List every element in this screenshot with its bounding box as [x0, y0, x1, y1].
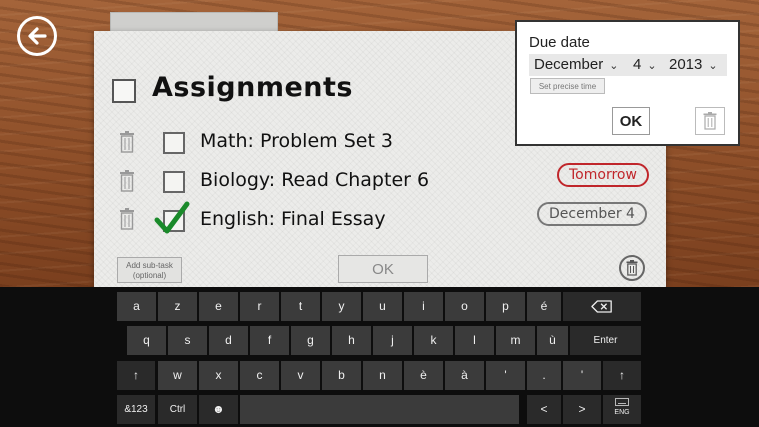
key-a[interactable]: a: [117, 292, 156, 321]
key-u-grave[interactable]: ù: [537, 326, 568, 355]
key-g[interactable]: g: [291, 326, 330, 355]
due-badge-date[interactable]: December 4: [537, 202, 647, 226]
date-picker: December ⌄ 4 ⌄ 2013 ⌄: [529, 54, 727, 76]
key-i[interactable]: i: [404, 292, 443, 321]
checkmark-icon: [154, 201, 190, 234]
trash-icon: [703, 112, 717, 130]
trash-icon: [626, 260, 638, 276]
month-value: December: [534, 56, 604, 73]
key-o[interactable]: o: [445, 292, 484, 321]
day-select[interactable]: 4 ⌄: [633, 54, 657, 76]
key-w[interactable]: w: [158, 361, 197, 390]
add-subtask-button[interactable]: Add sub-task (optional): [117, 257, 182, 283]
key-p[interactable]: p: [486, 292, 525, 321]
key-apostrophe-2[interactable]: ': [563, 361, 601, 390]
key-z[interactable]: z: [158, 292, 197, 321]
ok-button[interactable]: OK: [338, 255, 428, 283]
key-e-acute[interactable]: é: [527, 292, 561, 321]
delete-task-3-button[interactable]: [119, 208, 135, 230]
emoji-icon: ☻: [212, 402, 225, 416]
key-v[interactable]: v: [281, 361, 320, 390]
task-2-label[interactable]: Biology: Read Chapter 6: [200, 169, 429, 191]
language-label: ENG: [614, 409, 630, 416]
key-t[interactable]: t: [281, 292, 320, 321]
left-arrow-key[interactable]: <: [527, 395, 561, 424]
backspace-key[interactable]: [563, 292, 641, 321]
key-x[interactable]: x: [199, 361, 238, 390]
symbols-key[interactable]: &123: [117, 395, 155, 424]
key-d[interactable]: d: [209, 326, 248, 355]
trash-icon: [120, 170, 134, 192]
key-h[interactable]: h: [332, 326, 371, 355]
key-u[interactable]: u: [363, 292, 402, 321]
list-title: Assignments: [152, 72, 353, 103]
touch-keyboard: a z e r t y u i o p é q s d f g h j k l …: [0, 287, 759, 427]
back-button[interactable]: [17, 16, 57, 56]
chevron-down-icon: ⌄: [708, 60, 718, 72]
set-precise-time-button[interactable]: Set precise time: [530, 78, 605, 94]
month-select[interactable]: December ⌄: [534, 54, 618, 76]
trash-icon: [120, 131, 134, 153]
right-arrow-key[interactable]: >: [563, 395, 601, 424]
key-k[interactable]: k: [414, 326, 453, 355]
emoji-key[interactable]: ☻: [199, 395, 238, 424]
keyboard-settings-key[interactable]: ENG: [603, 395, 641, 424]
assignments-checkbox[interactable]: [112, 79, 136, 103]
key-q[interactable]: q: [127, 326, 166, 355]
key-j[interactable]: j: [373, 326, 412, 355]
task-3-label[interactable]: English: Final Essay: [200, 208, 386, 230]
key-l[interactable]: l: [455, 326, 494, 355]
key-r[interactable]: r: [240, 292, 279, 321]
task-1-checkbox[interactable]: [163, 132, 185, 154]
keyboard-icon: [615, 398, 629, 406]
trash-icon: [120, 208, 134, 230]
popup-ok-button[interactable]: OK: [612, 107, 650, 135]
arrow-left-icon: [28, 27, 47, 45]
key-m[interactable]: m: [496, 326, 535, 355]
year-select[interactable]: 2013 ⌄: [669, 54, 718, 76]
key-period[interactable]: .: [527, 361, 561, 390]
delete-task-1-button[interactable]: [119, 131, 135, 153]
ctrl-key[interactable]: Ctrl: [158, 395, 197, 424]
key-y[interactable]: y: [322, 292, 361, 321]
popup-title: Due date: [529, 34, 590, 51]
key-n[interactable]: n: [363, 361, 402, 390]
task-2-checkbox[interactable]: [163, 171, 185, 193]
delete-list-button[interactable]: [619, 255, 645, 281]
key-s[interactable]: s: [168, 326, 207, 355]
key-e-grave[interactable]: è: [404, 361, 443, 390]
chevron-down-icon: ⌄: [609, 60, 619, 72]
add-subtask-optional: (optional): [132, 271, 167, 280]
add-subtask-label: Add sub-task: [126, 261, 173, 270]
shift-right-key[interactable]: ↑: [603, 361, 641, 390]
due-badge-tomorrow[interactable]: Tomorrow: [557, 163, 649, 187]
chevron-down-icon: ⌄: [647, 60, 657, 72]
key-f[interactable]: f: [250, 326, 289, 355]
key-a-grave[interactable]: à: [445, 361, 484, 390]
due-date-popup: Due date December ⌄ 4 ⌄ 2013 ⌄ Set precise …: [515, 20, 740, 146]
key-apostrophe[interactable]: ': [486, 361, 525, 390]
task-1-label[interactable]: Math: Problem Set 3: [200, 130, 393, 152]
backspace-icon: [591, 300, 612, 313]
shift-left-key[interactable]: ↑: [117, 361, 155, 390]
enter-key[interactable]: Enter: [570, 326, 641, 355]
space-key[interactable]: [240, 395, 519, 424]
key-c[interactable]: c: [240, 361, 279, 390]
popup-delete-button[interactable]: [695, 107, 725, 135]
key-e[interactable]: e: [199, 292, 238, 321]
day-value: 4: [633, 56, 642, 73]
year-value: 2013: [669, 56, 703, 73]
key-b[interactable]: b: [322, 361, 361, 390]
delete-task-2-button[interactable]: [119, 170, 135, 192]
